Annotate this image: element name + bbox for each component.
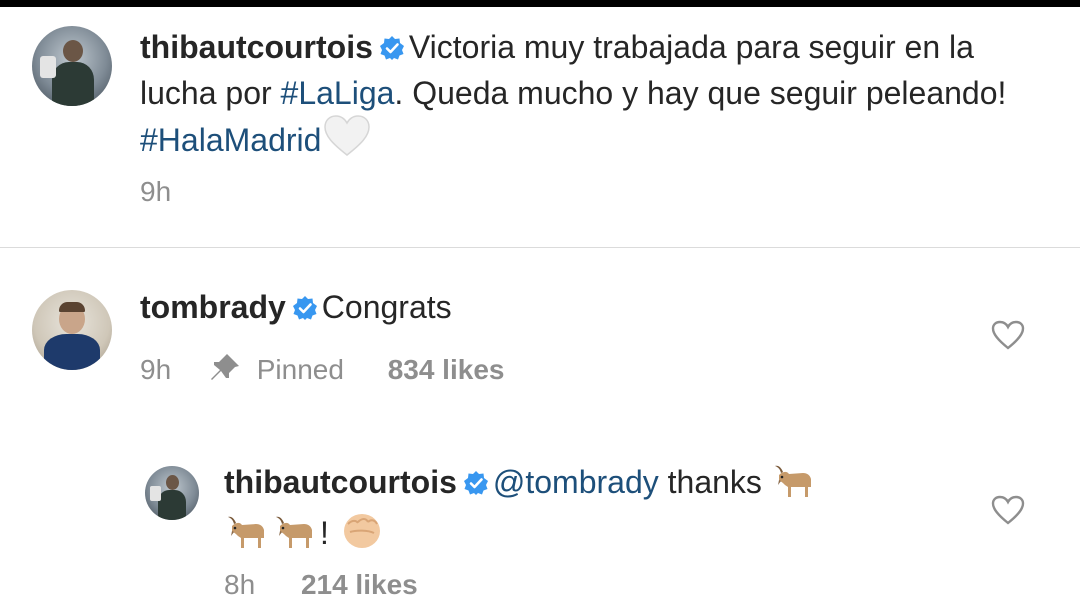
reply-exclamation: ! — [320, 515, 329, 551]
goat-icon — [226, 512, 270, 561]
verified-badge-icon — [379, 29, 405, 72]
goat-icon — [274, 512, 318, 561]
comment-timestamp: 9h — [140, 354, 172, 385]
reply-meta: 8h 214 likes — [224, 569, 418, 601]
comment-username[interactable]: tombrady — [140, 289, 286, 325]
comment-likes[interactable]: 834 likes — [388, 354, 505, 386]
mention-tombrady-link[interactable]: @tombrady — [493, 464, 659, 500]
comment-body: Congrats — [321, 289, 452, 325]
verified-badge-icon — [463, 464, 489, 507]
caption-timestamp: 9h — [140, 176, 172, 207]
verified-badge-icon — [292, 289, 318, 332]
caption-divider — [0, 247, 1080, 248]
top-edge-bar — [0, 0, 1080, 7]
hashtag-laliga-link[interactable]: #LaLiga — [281, 75, 395, 111]
comment-avatar[interactable] — [32, 290, 112, 370]
comment-meta: 9h Pinned 834 likes — [140, 352, 504, 389]
reply-body: thanks — [658, 464, 762, 500]
goat-icon — [773, 461, 817, 510]
caption-avatar[interactable] — [32, 26, 112, 106]
reply-avatar[interactable] — [145, 466, 199, 520]
hashtag-halamadrid-link[interactable]: #HalaMadrid — [140, 122, 321, 158]
comment-like-heart-icon[interactable] — [991, 320, 1025, 350]
caption-text: thibautcourtois Victoria muy trabajada pa… — [140, 26, 1050, 168]
reply-likes[interactable]: 214 likes — [301, 569, 418, 601]
oncoming-fist-icon — [340, 510, 384, 561]
reply-like-heart-icon[interactable] — [991, 495, 1025, 525]
white-heart-icon — [323, 115, 371, 168]
pin-icon — [209, 352, 241, 389]
caption-username[interactable]: thibautcourtois — [140, 29, 373, 65]
reply-timestamp: 8h — [224, 569, 256, 600]
reply-username[interactable]: thibautcourtois — [224, 464, 457, 500]
comment-text: tombrady Congrats — [140, 286, 960, 332]
caption-meta: 9h — [140, 176, 171, 208]
reply-text: thibautcourtois @tombrady thanks ! — [224, 461, 964, 561]
caption-body-part2: . Queda mucho y hay que seguir peleando! — [394, 75, 1007, 111]
pinned-label: Pinned — [256, 354, 344, 385]
